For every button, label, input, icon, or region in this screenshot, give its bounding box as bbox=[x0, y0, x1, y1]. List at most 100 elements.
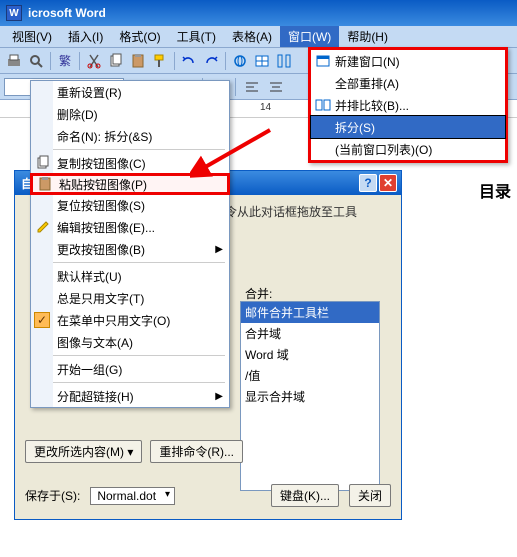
save-in-label: 保存于(S): bbox=[25, 487, 80, 504]
menu-window[interactable]: 窗口(W) bbox=[280, 26, 339, 47]
menu-label: 默认样式(U) bbox=[57, 268, 122, 285]
trad-simp-button[interactable]: 繁 bbox=[55, 51, 75, 71]
ctx-edit-image[interactable]: 编辑按钮图像(E)... bbox=[31, 216, 229, 238]
menu-separator bbox=[35, 149, 225, 150]
keyboard-button[interactable]: 键盘(K)... bbox=[271, 484, 339, 507]
word-app-icon: W bbox=[6, 5, 22, 21]
cut-button[interactable] bbox=[84, 51, 104, 71]
menu-label: 粘贴按钮图像(P) bbox=[59, 176, 147, 193]
menu-help[interactable]: 帮助(H) bbox=[339, 26, 396, 47]
submenu-arrow-icon: ▶ bbox=[215, 391, 223, 402]
preview-button[interactable] bbox=[26, 51, 46, 71]
columns-button[interactable] bbox=[274, 51, 294, 71]
paste-button[interactable] bbox=[128, 51, 148, 71]
save-in-combo[interactable]: Normal.dot bbox=[90, 487, 175, 505]
list-item[interactable]: Word 域 bbox=[241, 344, 379, 365]
menu-label: 开始一组(G) bbox=[57, 361, 122, 378]
menu-separator bbox=[35, 355, 225, 356]
menu-label: 删除(D) bbox=[57, 106, 98, 123]
button-context-menu: 重新设置(R) 删除(D) 命名(N): 拆分(&S) 复制按钮图像(C) 粘贴… bbox=[30, 80, 230, 408]
menu-label: 分配超链接(H) bbox=[57, 388, 134, 405]
ctx-paste-image[interactable]: 粘贴按钮图像(P) bbox=[30, 173, 230, 195]
check-icon: ✓ bbox=[34, 312, 50, 328]
ctx-assign-hyperlink[interactable]: 分配超链接(H) ▶ bbox=[31, 385, 229, 407]
menu-label: 更改按钮图像(B) bbox=[57, 241, 145, 258]
menu-insert[interactable]: 插入(I) bbox=[60, 26, 111, 47]
menu-view[interactable]: 视图(V) bbox=[4, 26, 60, 47]
ctx-reset[interactable]: 重新设置(R) bbox=[31, 81, 229, 103]
list-item[interactable]: 显示合并域 bbox=[241, 386, 379, 407]
copy-icon bbox=[35, 155, 51, 171]
rearrange-button[interactable]: 更改所选内容(M) ▾ bbox=[25, 440, 142, 463]
reset-commands-button[interactable]: 重排命令(R)... bbox=[150, 440, 243, 463]
print-button[interactable] bbox=[4, 51, 24, 71]
window-menu-new[interactable]: 新建窗口(N) bbox=[311, 50, 505, 72]
commands-listbox[interactable]: 邮件合并工具栏 合并域 Word 域 /值 显示合并域 bbox=[240, 301, 380, 491]
toolbar-separator bbox=[235, 78, 236, 96]
new-window-icon bbox=[315, 53, 331, 69]
dialog-help-button[interactable]: ? bbox=[359, 174, 377, 192]
category-label: 合并: bbox=[245, 285, 272, 302]
ctx-default-style[interactable]: 默认样式(U) bbox=[31, 265, 229, 287]
toolbar-separator bbox=[174, 52, 175, 70]
table-button[interactable] bbox=[252, 51, 272, 71]
list-item[interactable]: /值 bbox=[241, 365, 379, 386]
menu-label: 编辑按钮图像(E)... bbox=[57, 219, 155, 236]
dialog-hint: 令从此对话框拖放至工具 bbox=[225, 203, 391, 220]
toolbar-separator bbox=[79, 52, 80, 70]
menu-label: 复位按钮图像(S) bbox=[57, 197, 145, 214]
ruler-tick: 14 bbox=[260, 102, 271, 113]
menu-label: 重新设置(R) bbox=[57, 84, 122, 101]
edit-icon bbox=[35, 219, 51, 235]
app-title: icrosoft Word bbox=[28, 6, 106, 20]
window-menu-list[interactable]: (当前窗口列表)(O) bbox=[311, 138, 505, 160]
ctx-change-image[interactable]: 更改按钮图像(B) ▶ bbox=[31, 238, 229, 260]
menu-label: 拆分(S) bbox=[335, 119, 375, 136]
ctx-copy-image[interactable]: 复制按钮图像(C) bbox=[31, 152, 229, 174]
doc-text-toc: 目录 bbox=[479, 178, 511, 202]
list-item[interactable]: 邮件合并工具栏 bbox=[241, 302, 379, 323]
submenu-arrow-icon: ▶ bbox=[215, 244, 223, 255]
align-left-button[interactable] bbox=[242, 77, 262, 97]
list-item[interactable]: 合并域 bbox=[241, 323, 379, 344]
menu-label: (当前窗口列表)(O) bbox=[335, 141, 432, 158]
undo-button[interactable] bbox=[179, 51, 199, 71]
menu-separator bbox=[35, 382, 225, 383]
menu-label: 新建窗口(N) bbox=[335, 53, 400, 70]
menu-label: 图像与文本(A) bbox=[57, 334, 133, 351]
menu-label: 全部重排(A) bbox=[335, 75, 399, 92]
window-menu-compare[interactable]: 并排比较(B)... bbox=[311, 94, 505, 116]
format-painter-button[interactable] bbox=[150, 51, 170, 71]
hyperlink-button[interactable] bbox=[230, 51, 250, 71]
ctx-begin-group[interactable]: 开始一组(G) bbox=[31, 358, 229, 380]
menu-separator bbox=[35, 262, 225, 263]
window-menu-arrange[interactable]: 全部重排(A) bbox=[311, 72, 505, 94]
ctx-text-only-always[interactable]: 总是只用文字(T) bbox=[31, 287, 229, 309]
ctx-reset-image[interactable]: 复位按钮图像(S) bbox=[31, 194, 229, 216]
redo-button[interactable] bbox=[201, 51, 221, 71]
menu-label: 总是只用文字(T) bbox=[57, 290, 144, 307]
ctx-delete[interactable]: 删除(D) bbox=[31, 103, 229, 125]
menu-label: 复制按钮图像(C) bbox=[57, 155, 146, 172]
ctx-image-and-text[interactable]: 图像与文本(A) bbox=[31, 331, 229, 353]
menubar: 视图(V) 插入(I) 格式(O) 工具(T) 表格(A) 窗口(W) 帮助(H… bbox=[0, 26, 517, 48]
window-menu-dropdown: 新建窗口(N) 全部重排(A) 并排比较(B)... 拆分(S) (当前窗口列表… bbox=[308, 47, 508, 163]
compare-icon bbox=[315, 97, 331, 113]
dialog-close-button[interactable]: ✕ bbox=[379, 174, 397, 192]
menu-tools[interactable]: 工具(T) bbox=[169, 26, 224, 47]
dialog-close-btn[interactable]: 关闭 bbox=[349, 484, 391, 507]
menu-label: 并排比较(B)... bbox=[335, 97, 409, 114]
toolbar-separator bbox=[50, 52, 51, 70]
titlebar: W icrosoft Word bbox=[0, 0, 517, 26]
copy-button[interactable] bbox=[106, 51, 126, 71]
ctx-name[interactable]: 命名(N): 拆分(&S) bbox=[31, 125, 229, 147]
ctx-text-only-menus[interactable]: ✓ 在菜单中只用文字(O) bbox=[31, 309, 229, 331]
toolbar-separator bbox=[225, 52, 226, 70]
menu-format[interactable]: 格式(O) bbox=[111, 26, 168, 47]
menu-label: 命名(N): 拆分(&S) bbox=[57, 128, 152, 145]
menu-label: 在菜单中只用文字(O) bbox=[57, 312, 170, 329]
align-center-button[interactable] bbox=[266, 77, 286, 97]
window-menu-split[interactable]: 拆分(S) bbox=[311, 116, 505, 138]
menu-table[interactable]: 表格(A) bbox=[224, 26, 280, 47]
paste-icon bbox=[37, 176, 53, 192]
